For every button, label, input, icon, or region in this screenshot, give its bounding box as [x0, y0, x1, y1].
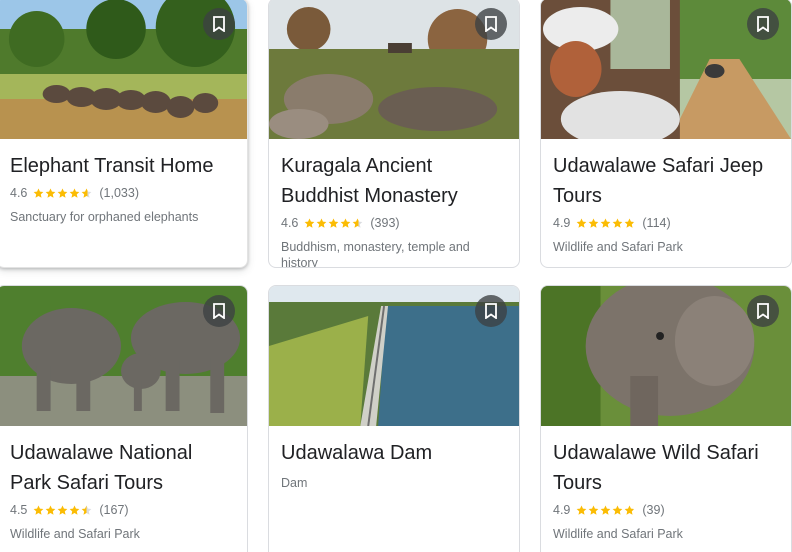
star-rating: [33, 188, 93, 199]
star-icon: [46, 188, 56, 198]
rating-row: 4.9 (39): [553, 501, 779, 519]
place-card-national-park-safari-tours[interactable]: Udawalawe National Park Safari Tours 4.5…: [0, 285, 248, 552]
rating-value: 4.5: [10, 503, 28, 517]
star-icon: [601, 218, 611, 228]
place-card-wild-safari-tours[interactable]: Udawalawe Wild Safari Tours 4.9 (39) Wil…: [540, 285, 792, 552]
bookmark-icon: [485, 16, 497, 32]
star-icon: [601, 505, 611, 515]
place-title[interactable]: Udawalawe Wild Safari Tours: [553, 438, 779, 498]
rating-value: 4.9: [553, 216, 571, 230]
star-icon: [317, 218, 327, 228]
star-rating: [576, 218, 636, 229]
place-card-udawalawa-dam[interactable]: Udawalawa Dam Dam: [268, 285, 520, 552]
place-category: Wildlife and Safari Park: [10, 527, 140, 541]
save-bookmark-button[interactable]: [475, 295, 507, 327]
star-icon: [353, 218, 363, 228]
place-photo[interactable]: [541, 286, 791, 426]
star-rating: [304, 218, 364, 229]
bookmark-icon: [757, 303, 769, 319]
place-title[interactable]: Udawalawe Safari Jeep Tours: [553, 151, 779, 211]
save-bookmark-button[interactable]: [475, 8, 507, 40]
bookmark-icon: [757, 16, 769, 32]
place-title[interactable]: Kuragala Ancient Buddhist Monastery: [281, 151, 507, 211]
bookmark-icon: [485, 303, 497, 319]
star-icon: [58, 188, 68, 198]
bookmark-icon: [213, 303, 225, 319]
place-title[interactable]: Udawalawe National Park Safari Tours: [10, 438, 235, 498]
star-icon: [305, 218, 315, 228]
rating-value: 4.6: [10, 186, 28, 200]
star-icon: [82, 505, 92, 515]
star-rating: [33, 505, 93, 516]
rating-row: 4.5 (167): [10, 501, 235, 519]
place-category: Wildlife and Safari Park: [553, 240, 683, 254]
place-photo[interactable]: [0, 0, 247, 139]
place-photo[interactable]: [269, 286, 519, 426]
star-icon: [613, 218, 623, 228]
place-title[interactable]: Elephant Transit Home: [10, 151, 235, 181]
star-icon: [577, 505, 587, 515]
place-card-safari-jeep-tours[interactable]: Udawalawe Safari Jeep Tours 4.9 (114) Wi…: [540, 0, 792, 268]
review-count[interactable]: (114): [642, 216, 670, 230]
review-count[interactable]: (39): [642, 503, 664, 517]
star-icon: [341, 218, 351, 228]
star-icon: [46, 505, 56, 515]
review-count[interactable]: (1,033): [99, 186, 139, 200]
save-bookmark-button[interactable]: [203, 295, 235, 327]
save-bookmark-button[interactable]: [203, 8, 235, 40]
place-card-kuragala[interactable]: Kuragala Ancient Buddhist Monastery 4.6 …: [268, 0, 520, 268]
star-icon: [329, 218, 339, 228]
place-category: Buddhism, monastery, temple and history: [281, 240, 470, 268]
star-icon: [625, 505, 635, 515]
star-rating: [576, 505, 636, 516]
place-category: Dam: [281, 476, 308, 490]
save-bookmark-button[interactable]: [747, 295, 779, 327]
star-icon: [34, 505, 44, 515]
place-photo[interactable]: [0, 286, 247, 426]
star-icon: [613, 505, 623, 515]
rating-row: 4.6 (393): [281, 214, 507, 232]
star-icon: [589, 505, 599, 515]
rating-value: 4.6: [281, 216, 299, 230]
star-icon: [70, 505, 80, 515]
star-icon: [58, 505, 68, 515]
rating-value: 4.9: [553, 503, 571, 517]
star-icon: [589, 218, 599, 228]
star-icon: [625, 218, 635, 228]
star-icon: [82, 188, 92, 198]
rating-row: 4.6 (1,033): [10, 184, 235, 202]
place-photo[interactable]: [269, 0, 519, 139]
save-bookmark-button[interactable]: [747, 8, 779, 40]
place-title[interactable]: Udawalawa Dam: [281, 438, 507, 468]
place-photo[interactable]: [541, 0, 791, 139]
place-card-elephant-transit-home[interactable]: Elephant Transit Home 4.6 (1,033) Sanctu…: [0, 0, 248, 268]
bookmark-icon: [213, 16, 225, 32]
star-icon: [577, 218, 587, 228]
place-category: Sanctuary for orphaned elephants: [10, 210, 199, 224]
star-icon: [34, 188, 44, 198]
review-count[interactable]: (167): [99, 503, 128, 517]
star-icon: [70, 188, 80, 198]
place-category: Wildlife and Safari Park: [553, 527, 683, 541]
rating-row: 4.9 (114): [553, 214, 779, 232]
review-count[interactable]: (393): [370, 216, 399, 230]
